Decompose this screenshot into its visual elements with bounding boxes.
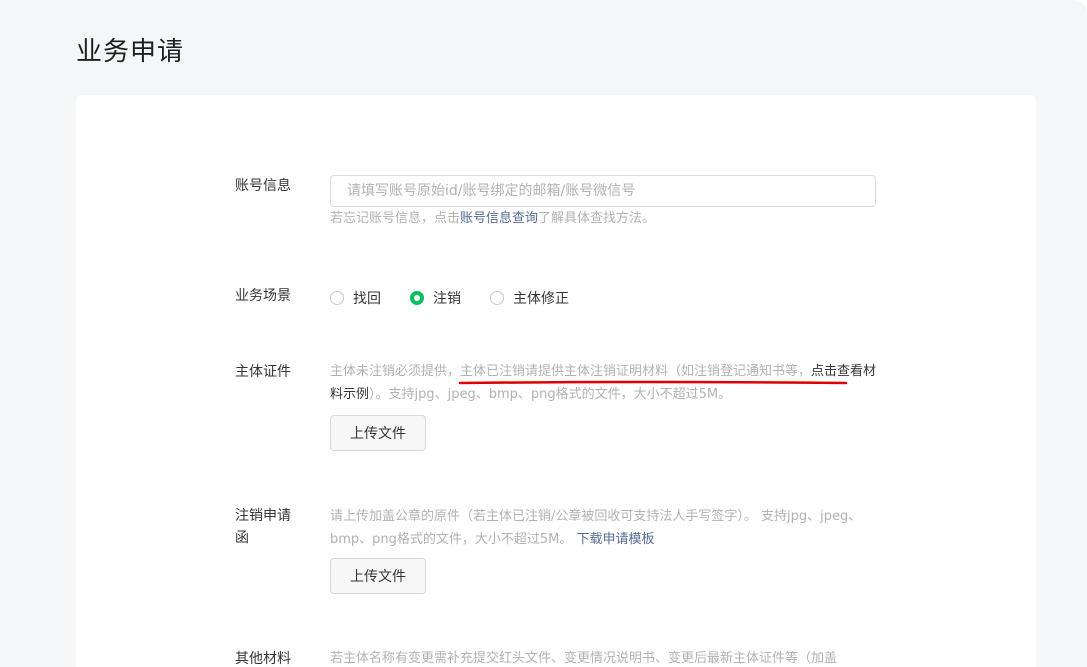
certificate-hint-text: 主体未注销必须提供，主体已注销请提供主体注销证明材料（如注销登记通知书等， bbox=[330, 364, 812, 379]
radio-circle bbox=[330, 291, 344, 305]
page-title: 业务申请 bbox=[76, 37, 185, 67]
radio-cancel[interactable]: 注销 bbox=[410, 288, 461, 308]
radio-circle bbox=[490, 291, 504, 305]
account-input[interactable] bbox=[330, 175, 876, 207]
certificate-label: 主体证件 bbox=[235, 364, 291, 380]
radio-recover[interactable]: 找回 bbox=[330, 288, 381, 308]
account-hint-suffix: 了解具体查找方法。 bbox=[538, 211, 656, 226]
scenario-radio-group: 找回 注销 主体修正 bbox=[330, 287, 598, 309]
other-hint: 若主体名称有变更需补充提交红头文件、变更情况说明书、变更后最新主体证件等（加盖 bbox=[330, 651, 838, 666]
scenario-label: 业务场景 bbox=[235, 288, 291, 304]
page: 业务申请 账号信息 若忘记账号信息，点击账号信息查询了解具体查找方法。 业务场景… bbox=[0, 0, 1087, 667]
radio-label: 找回 bbox=[353, 291, 381, 307]
certificate-hint-formats: ）。支持jpg、jpeg、bmp、png格式的文件，大小不超过5M。 bbox=[369, 387, 732, 402]
letter-hint: 请上传加盖公章的原件（若主体已注销/公章被回收可支持法人手写签字）。 支持jpg… bbox=[330, 505, 878, 551]
account-label: 账号信息 bbox=[235, 178, 291, 194]
account-hint-prefix: 若忘记账号信息，点击 bbox=[330, 211, 461, 226]
letter-label: 注销申请函 bbox=[235, 508, 291, 546]
radio-circle-checked bbox=[410, 291, 424, 305]
download-template-link[interactable]: 下载申请模板 bbox=[577, 532, 655, 547]
other-label: 其他材料 bbox=[235, 651, 291, 667]
form-card: 账号信息 若忘记账号信息，点击账号信息查询了解具体查找方法。 业务场景 找回 注… bbox=[76, 95, 1036, 667]
red-underline-annotation bbox=[458, 380, 848, 385]
radio-label: 注销 bbox=[433, 291, 461, 307]
letter-upload-button[interactable]: 上传文件 bbox=[330, 558, 426, 594]
certificate-upload-button[interactable]: 上传文件 bbox=[330, 415, 426, 451]
radio-entity-correction[interactable]: 主体修正 bbox=[490, 288, 569, 308]
account-hint: 若忘记账号信息，点击账号信息查询了解具体查找方法。 bbox=[330, 207, 878, 230]
radio-label: 主体修正 bbox=[513, 291, 569, 307]
account-lookup-link[interactable]: 账号信息查询 bbox=[460, 211, 538, 226]
